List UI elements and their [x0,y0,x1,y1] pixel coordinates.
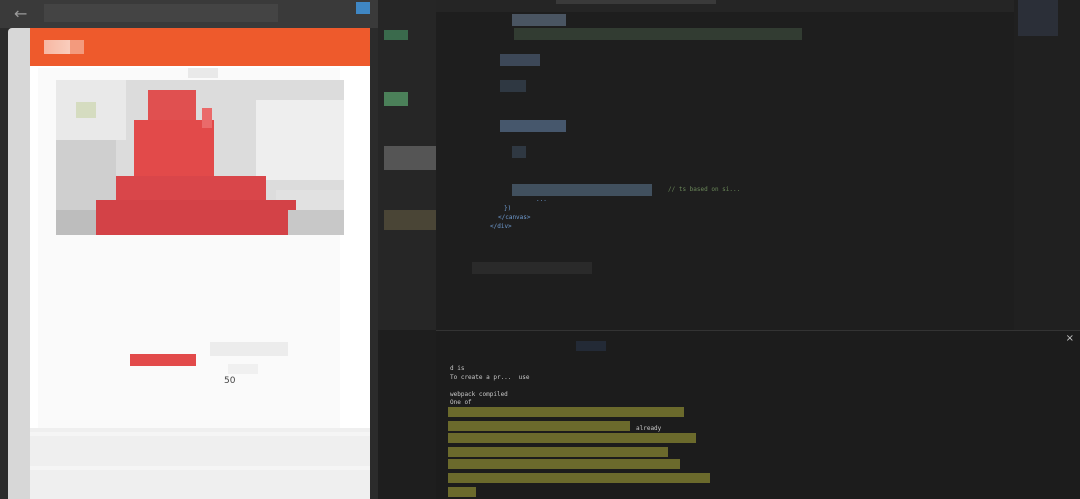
preview-action-icon[interactable] [356,2,370,14]
explorer-item[interactable] [384,210,436,230]
content-card[interactable]: 50 [38,68,344,428]
explorer-item[interactable] [384,30,408,40]
file-explorer-column[interactable] [378,0,436,330]
code-line: ... [536,196,547,203]
rating-row [210,342,288,356]
image-pointer [188,68,218,78]
app-header-title [44,40,84,54]
terminal-line: One of [450,399,472,406]
terminal-highlight [448,487,476,497]
close-icon[interactable]: × [1066,333,1074,344]
terminal-line: d is [450,365,465,372]
code-line: </canvas> [498,214,531,221]
terminal-highlight [448,421,630,431]
code-line: </div> [490,223,512,230]
lower-content-strip [30,428,370,499]
terminal-highlight [448,447,668,457]
terminal-tab[interactable] [576,341,606,351]
editor-tab-bar[interactable] [378,0,1080,12]
app-screen: 50 [30,28,370,499]
explorer-item[interactable] [384,92,408,106]
code-token [512,14,566,26]
app-header [30,28,370,66]
back-arrow-icon[interactable]: ← [14,4,27,23]
code-token [500,120,566,132]
code-token [500,80,526,92]
tab-active[interactable] [556,0,716,4]
code-token [472,262,592,274]
explorer-item[interactable] [384,146,436,170]
code-token [512,146,526,158]
photo-image [56,80,344,235]
code-token [514,28,802,40]
terminal-highlight [448,433,696,443]
code-line: }) [504,205,512,212]
code-comment: // ts based on si... [668,186,741,193]
terminal-highlight [448,459,680,469]
device-preview-panel: ← 50 [0,0,378,499]
terminal-line: already [636,425,662,432]
stat-value: 50 [224,376,236,386]
photo-graphic [56,80,344,235]
snippet-button[interactable] [130,354,196,366]
editor-minimap[interactable] [1014,0,1080,330]
terminal-highlight [448,473,710,483]
minimap-viewport[interactable] [1018,0,1058,36]
preview-url-bar[interactable] [44,4,278,22]
stat-badge [228,364,258,374]
code-token [512,184,652,196]
divider [30,466,370,470]
terminal-line: To create a pr... use [450,374,530,381]
terminal-line: webpack compiled [450,391,508,398]
divider [30,432,370,436]
terminal-panel[interactable]: × d is To create a pr... use webpack com… [436,330,1080,499]
code-editor[interactable]: // ts based on si... ... }) </canvas> </… [378,0,1080,330]
code-token [500,54,540,66]
preview-toolbar: ← [0,0,378,28]
terminal-highlight [448,407,684,417]
